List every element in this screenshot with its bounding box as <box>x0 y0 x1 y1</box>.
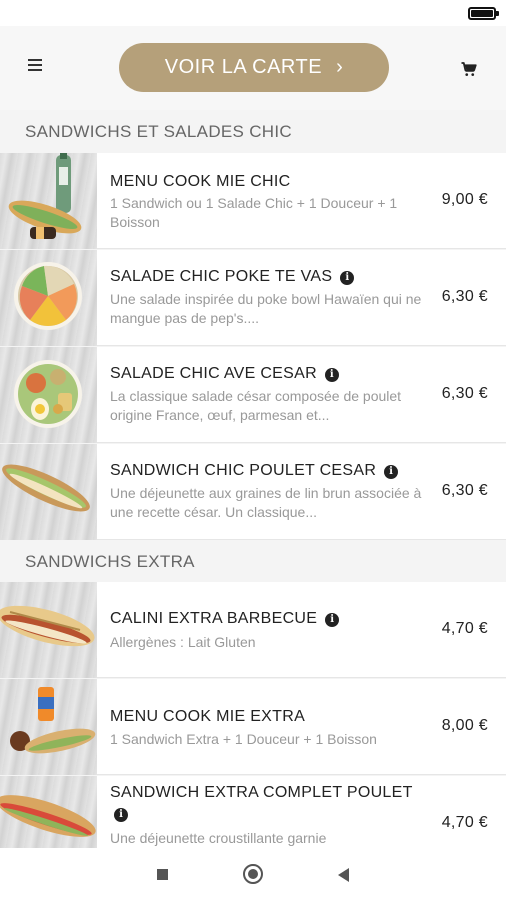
item-image <box>0 444 97 540</box>
item-description: La classique salade césar composée de po… <box>110 388 402 423</box>
item-name: SALADE CHIC POKE TE VAS i <box>110 268 355 286</box>
battery-icon <box>468 7 499 20</box>
item-price: 6,30 € <box>441 288 488 305</box>
back-triangle-icon[interactable] <box>338 868 349 882</box>
section-title: SANDWICHS EXTRA <box>25 552 195 571</box>
status-bar <box>0 0 506 26</box>
info-icon[interactable]: i <box>114 808 128 822</box>
info-icon[interactable]: i <box>324 368 339 382</box>
item-image <box>0 153 97 249</box>
item-description: Une déjeunette aux graines de lin brun a… <box>110 485 422 520</box>
info-icon[interactable]: i <box>384 465 399 479</box>
item-price: 8,00 € <box>441 717 488 734</box>
item-name: MENU COOK MIE CHIC <box>110 173 291 190</box>
item-description: Une salade inspirée du poke bowl Hawaïen… <box>110 291 422 326</box>
chevron-right-icon: › <box>336 56 344 78</box>
menu-item[interactable]: SANDWICH CHIC POULET CESAR i Une déjeunet… <box>0 444 506 540</box>
recents-square-icon[interactable] <box>157 869 168 880</box>
item-description: Allergènes : Lait Gluten <box>110 634 256 650</box>
menu-item[interactable]: MENU COOK MIE CHIC 1 Sandwich ou 1 Salad… <box>0 153 506 249</box>
item-name-text: SANDWICH CHIC POULET CESAR <box>110 462 377 479</box>
item-price: 4,70 € <box>441 814 488 831</box>
item-image <box>0 347 97 443</box>
system-nav-bar <box>0 848 506 900</box>
item-name-text: CALINI EXTRA BARBECUE <box>110 610 318 627</box>
item-name: SANDWICH EXTRA COMPLET POULET <box>110 784 413 801</box>
item-price: 4,70 € <box>441 620 488 637</box>
item-price: 6,30 € <box>441 385 488 402</box>
item-description: 1 Sandwich ou 1 Salade Chic + 1 Douceur … <box>110 195 398 230</box>
item-image <box>0 679 97 775</box>
menu-item[interactable]: MENU COOK MIE EXTRA 1 Sandwich Extra + 1… <box>0 679 506 775</box>
menu-item[interactable]: SALADE CHIC AVE CESAR i La classique sala… <box>0 347 506 443</box>
voir-la-carte-button[interactable]: VOIR LA CARTE › <box>119 43 389 92</box>
home-circle-icon[interactable] <box>243 864 263 884</box>
item-description: Une déjeunette croustillante garnie <box>110 830 327 846</box>
app-bar: VOIR LA CARTE › <box>0 26 506 110</box>
item-name: SANDWICH CHIC POULET CESAR i <box>110 462 399 480</box>
item-image <box>0 582 97 678</box>
item-name: SALADE CHIC AVE CESAR i <box>110 365 339 383</box>
item-name: CALINI EXTRA BARBECUE i <box>110 610 340 628</box>
hamburger-menu-icon[interactable] <box>26 59 48 75</box>
item-name-text: SALADE CHIC AVE CESAR <box>110 365 317 382</box>
voir-la-carte-label: VOIR LA CARTE <box>164 56 323 78</box>
menu-item[interactable]: SANDWICH EXTRA COMPLET POULET i Une déje… <box>0 776 506 848</box>
shopping-cart-icon[interactable] <box>460 60 478 78</box>
item-name: MENU COOK MIE EXTRA <box>110 708 306 725</box>
item-image <box>0 250 97 346</box>
menu-item[interactable]: SALADE CHIC POKE TE VAS i Une salade insp… <box>0 250 506 346</box>
section-header: SANDWICHS EXTRA <box>0 540 506 582</box>
item-description: 1 Sandwich Extra + 1 Douceur + 1 Boisson <box>110 731 377 747</box>
section-title: SANDWICHS ET SALADES CHIC <box>25 122 292 141</box>
item-image <box>0 776 97 848</box>
item-price: 9,00 € <box>441 191 488 208</box>
info-icon[interactable]: i <box>325 613 340 627</box>
menu-item[interactable]: CALINI EXTRA BARBECUE i Allergènes : Lait… <box>0 582 506 678</box>
item-name-text: SALADE CHIC POKE TE VAS <box>110 268 333 285</box>
section-header: SANDWICHS ET SALADES CHIC <box>0 110 506 152</box>
item-price: 6,30 € <box>441 482 488 499</box>
info-icon[interactable]: i <box>340 271 355 285</box>
